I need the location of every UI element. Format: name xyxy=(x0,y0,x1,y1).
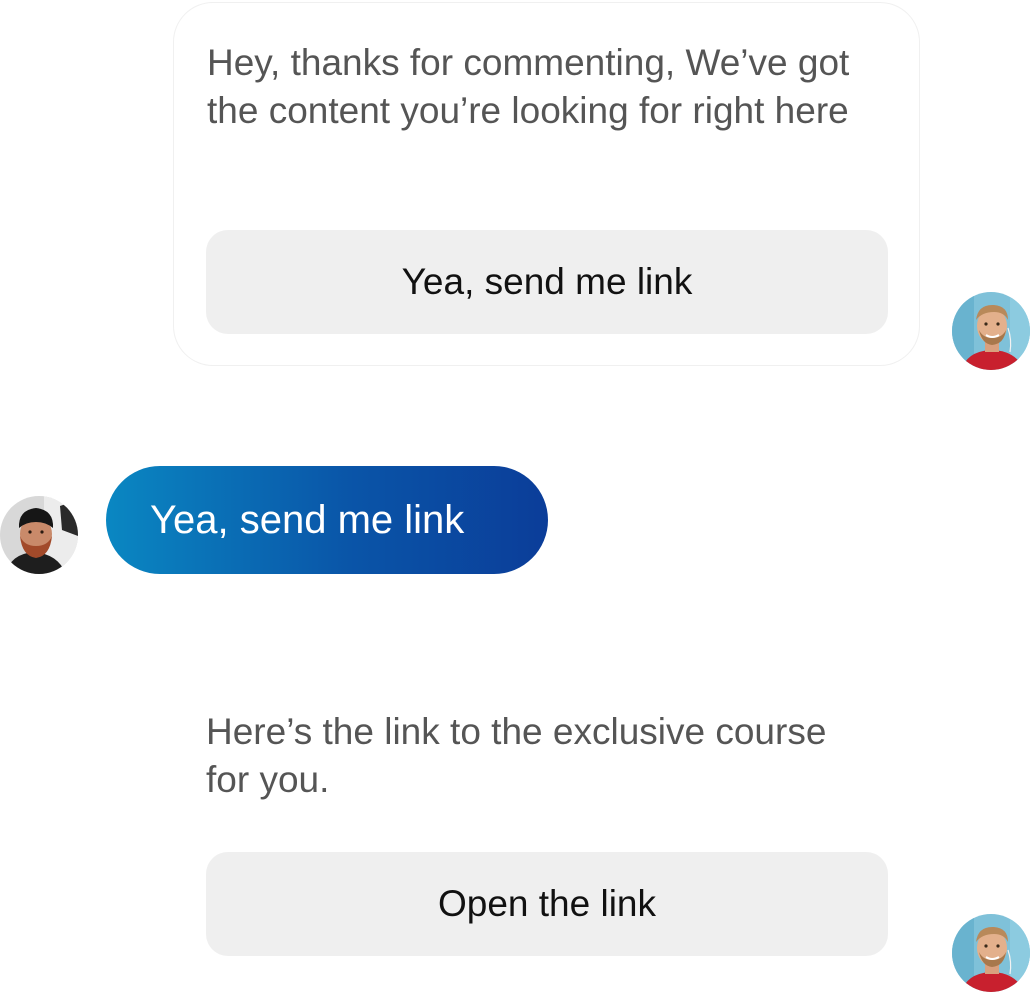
incoming-message-text-2: Here’s the link to the exclusive course … xyxy=(206,711,827,800)
outgoing-reply-bubble: Yea, send me link xyxy=(106,466,548,574)
send-me-link-button[interactable]: Yea, send me link xyxy=(206,230,888,334)
bot-avatar xyxy=(952,914,1030,992)
incoming-message-text: Hey, thanks for commenting, We’ve got th… xyxy=(207,42,850,131)
user-avatar-icon xyxy=(0,496,78,574)
bot-avatar xyxy=(952,292,1030,370)
chat-conversation: Hey, thanks for commenting, We’ve got th… xyxy=(0,0,1031,993)
bot-avatar-icon xyxy=(952,292,1030,370)
bot-avatar-icon xyxy=(952,914,1030,992)
open-link-button[interactable]: Open the link xyxy=(206,852,888,956)
user-avatar xyxy=(0,496,78,574)
